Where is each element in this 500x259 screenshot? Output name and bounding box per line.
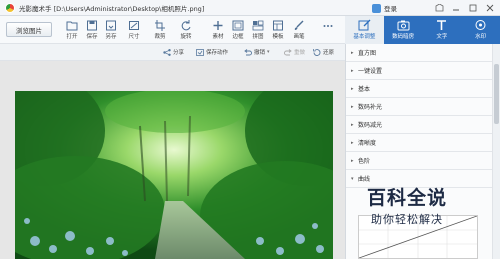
- resize-icon: [129, 21, 139, 30]
- title-bar: 光影魔术手 [D:\Users\Administrator\Desktop\相机…: [0, 0, 500, 16]
- more-icon: [323, 25, 333, 27]
- material-icon: [213, 21, 223, 30]
- action-bar: 分享 保存动作 撤销 ▾ 重做 还原: [0, 44, 345, 61]
- save-as-button[interactable]: 另存: [101, 20, 121, 40]
- expand-arrow-icon: ▸: [351, 85, 354, 92]
- edit-icon: [358, 19, 371, 31]
- share-icon: [163, 48, 171, 56]
- tab-text[interactable]: 文字: [423, 16, 462, 44]
- close-button[interactable]: [483, 2, 497, 13]
- maximize-button[interactable]: [466, 2, 480, 13]
- save-as-icon: [106, 20, 116, 31]
- panel-item-levels[interactable]: ▸ 色阶: [346, 152, 500, 170]
- redo-button[interactable]: 重做: [284, 48, 305, 56]
- panel-item-histogram[interactable]: ▸ 直方图: [346, 44, 500, 62]
- minimize-button[interactable]: [449, 2, 463, 13]
- expand-arrow-icon: ▸: [351, 67, 354, 74]
- camera-icon: [397, 20, 410, 31]
- save-action-button[interactable]: 保存动作: [196, 48, 228, 56]
- expand-arrow-icon: ▸: [351, 49, 354, 56]
- expand-arrow-icon: ▸: [351, 157, 354, 164]
- rotate-button[interactable]: 旋转: [176, 20, 196, 40]
- border-button[interactable]: 边框: [228, 20, 248, 40]
- collapse-arrow-icon: ▾: [351, 175, 354, 182]
- tab-digital-darkroom[interactable]: 数码暗房: [384, 16, 423, 44]
- rotate-icon: [181, 20, 191, 31]
- panel-item-basic[interactable]: ▸ 基本: [346, 80, 500, 98]
- collage-icon: [252, 20, 264, 31]
- restore-icon: [313, 48, 321, 56]
- expand-arrow-icon: ▸: [351, 103, 354, 110]
- site-watermark: 百科全说 助你轻松解决: [360, 183, 454, 227]
- panel-item-fill-light[interactable]: ▸ 数码补光: [346, 98, 500, 116]
- app-logo-icon: [5, 2, 15, 13]
- expand-arrow-icon: ▸: [351, 121, 354, 128]
- watermark-main-text: 百科全说: [366, 187, 447, 209]
- panel-scrollbar[interactable]: [492, 44, 500, 259]
- image-canvas[interactable]: [0, 61, 345, 259]
- undo-dropdown-icon[interactable]: ▾: [267, 49, 270, 55]
- undo-icon: [244, 48, 252, 55]
- template-button[interactable]: 模板: [268, 20, 288, 40]
- watermark-icon: [475, 20, 486, 30]
- login-button[interactable]: 登录: [372, 3, 397, 13]
- scrollbar-thumb[interactable]: [494, 64, 499, 124]
- frame-icon: [232, 20, 244, 31]
- crop-button[interactable]: 裁剪: [150, 20, 170, 40]
- text-icon: [437, 20, 447, 30]
- panel-item-reduce-light[interactable]: ▸ 数码减光: [346, 116, 500, 134]
- share-button[interactable]: 分享: [163, 48, 184, 56]
- skin-icon[interactable]: [432, 2, 446, 13]
- adjust-tabs: 基本调整 数码暗房 文字 水印: [345, 16, 500, 44]
- brush-icon: [294, 20, 304, 30]
- template-icon: [273, 20, 283, 31]
- open-button[interactable]: 打开: [62, 20, 82, 40]
- main-toolbar: 浏览图片 打开 保存 另存 尺寸 裁剪 旋转 素材 边框 拼图 模板 画笔: [0, 16, 345, 44]
- save-button[interactable]: 保存: [82, 20, 102, 40]
- crop-icon: [155, 20, 165, 31]
- action-icon: [196, 48, 204, 56]
- redo-icon: [284, 48, 292, 55]
- undo-button[interactable]: 撤销 ▾: [244, 48, 270, 56]
- window-title: 光影魔术手 [D:\Users\Administrator\Desktop\相机…: [19, 4, 205, 13]
- more-tools-button[interactable]: [318, 20, 338, 31]
- brush-button[interactable]: 画笔: [289, 20, 309, 40]
- size-button[interactable]: 尺寸: [124, 20, 144, 40]
- restore-button[interactable]: 还原: [313, 48, 334, 56]
- panel-item-sharpness[interactable]: ▸ 清晰度: [346, 134, 500, 152]
- login-label: 登录: [384, 5, 397, 13]
- panel-item-one-click[interactable]: ▸ 一键设置: [346, 62, 500, 80]
- collage-button[interactable]: 拼图: [248, 20, 268, 40]
- forest-photo: [15, 91, 333, 259]
- user-icon: [372, 3, 381, 13]
- watermark-sub-text: 助你轻松解决: [371, 213, 443, 226]
- browse-images-button[interactable]: 浏览图片: [6, 22, 52, 37]
- tab-basic-adjust[interactable]: 基本调整: [345, 16, 384, 44]
- tab-watermark[interactable]: 水印: [461, 16, 500, 44]
- material-button[interactable]: 素材: [208, 20, 228, 40]
- expand-arrow-icon: ▸: [351, 139, 354, 146]
- folder-icon: [66, 21, 78, 31]
- disk-icon: [87, 20, 97, 31]
